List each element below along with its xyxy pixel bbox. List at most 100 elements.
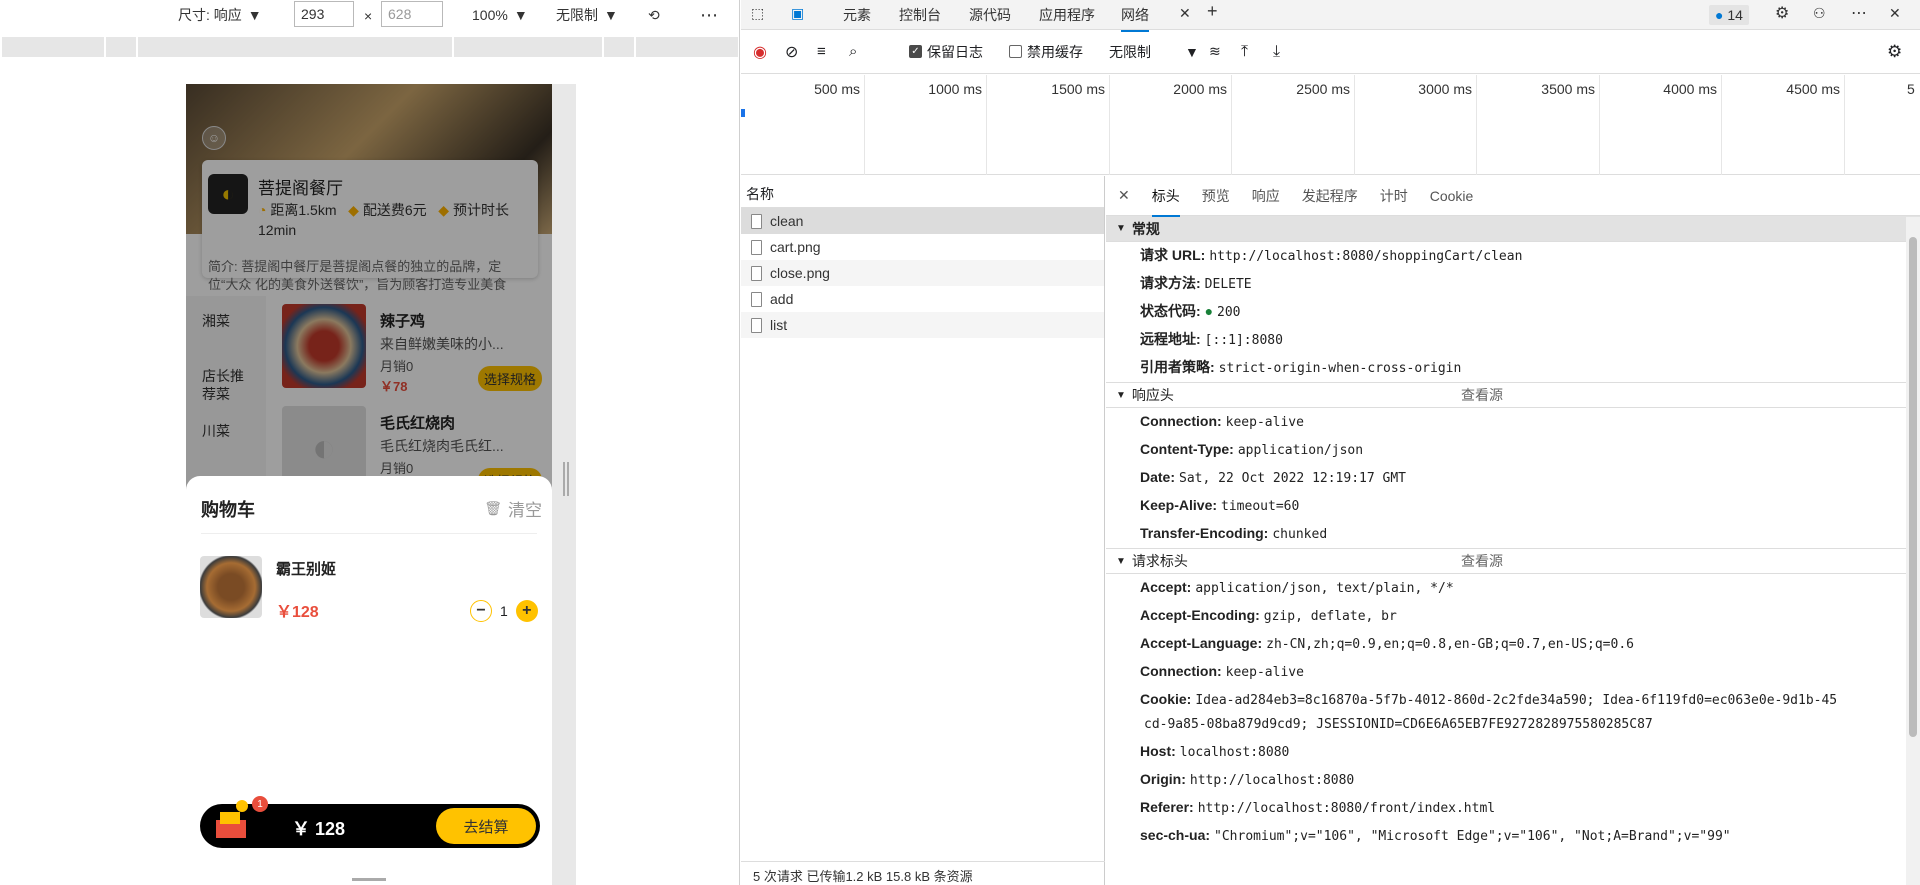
- name-column-header[interactable]: 名称: [741, 176, 1104, 208]
- decrease-button[interactable]: −: [470, 600, 492, 622]
- increase-button[interactable]: +: [515, 600, 538, 622]
- search-icon[interactable]: ⌕: [849, 43, 857, 60]
- close-icon[interactable]: ✕: [1118, 187, 1130, 204]
- chevron-down-icon: ▼: [247, 7, 262, 23]
- scrollbar-thumb[interactable]: [1909, 237, 1917, 737]
- request-row[interactable]: close.png: [741, 260, 1104, 286]
- cart-total: ￥ 128: [292, 819, 346, 839]
- header-key: Accept-Encoding:: [1140, 607, 1260, 623]
- rotate-icon[interactable]: ⟲: [648, 7, 660, 24]
- checkbox-icon: [1009, 45, 1022, 58]
- success-check-icon: ●: [1204, 303, 1218, 319]
- clear-cart-button[interactable]: 🗑 清空: [484, 496, 542, 521]
- clear-icon[interactable]: ⊘: [785, 42, 798, 62]
- media-query-ruler[interactable]: [2, 37, 738, 57]
- header-row: Transfer-Encoding: chunked: [1106, 520, 1920, 548]
- header-row: Content-Type: application/json: [1106, 436, 1920, 464]
- add-tab-icon[interactable]: +: [1207, 1, 1218, 22]
- header-value: cd-9a85-08ba879d9cd9; JSESSIONID=CD6E6A6…: [1144, 717, 1653, 732]
- tab-sources[interactable]: 源代码: [969, 5, 1011, 25]
- zoom-select[interactable]: 100% ▼: [472, 7, 528, 23]
- tab-timing[interactable]: 计时: [1380, 186, 1408, 206]
- tab-response[interactable]: 响应: [1252, 186, 1280, 206]
- wifi-settings-icon[interactable]: ≋: [1209, 43, 1221, 60]
- header-row: 请求 URL: http://localhost:8080/shoppingCar…: [1106, 242, 1920, 270]
- cart-icon[interactable]: [212, 798, 252, 842]
- header-key: Referer:: [1140, 799, 1194, 815]
- header-key: Content-Type:: [1140, 441, 1234, 457]
- tab-initiator[interactable]: 发起程序: [1302, 186, 1358, 206]
- more-options-icon[interactable]: ⋯: [700, 5, 718, 26]
- upload-icon[interactable]: ⤒: [1241, 43, 1248, 61]
- throttle-select[interactable]: 无限制 ▼: [556, 5, 618, 25]
- filter-icon[interactable]: ≡: [817, 43, 826, 60]
- trash-icon: 🗑: [484, 500, 502, 516]
- request-row[interactable]: list: [741, 312, 1104, 338]
- image-file-icon: [751, 265, 762, 281]
- checkout-button[interactable]: 去结算: [436, 808, 536, 844]
- triangle-down-icon: ▼: [1116, 555, 1126, 567]
- triangle-down-icon: ▼: [1116, 223, 1126, 234]
- header-value: Sat, 22 Oct 2022 12:19:17 GMT: [1179, 471, 1406, 486]
- preserve-log-checkbox[interactable]: ✓ 保留日志: [909, 42, 983, 62]
- tab-application[interactable]: 应用程序: [1039, 5, 1095, 25]
- dimensions-label: 尺寸: 响应: [178, 7, 242, 23]
- scrollbar[interactable]: [1906, 217, 1920, 885]
- customize-icon[interactable]: ⚇: [1813, 5, 1826, 22]
- height-input[interactable]: 628: [381, 1, 443, 27]
- tab-headers[interactable]: 标头: [1151, 176, 1180, 217]
- header-value: application/json, text/plain, */*: [1195, 581, 1454, 596]
- zoom-label: 100%: [472, 7, 508, 23]
- header-row: Cookie: Idea-ad284eb3=8c16870a-5f7b-4012-…: [1106, 686, 1920, 714]
- checkout-bar: 1 ￥ 128 去结算: [200, 796, 540, 848]
- timeline-tick: 3500 ms: [1541, 81, 1595, 97]
- tab-cookie[interactable]: Cookie: [1430, 188, 1474, 204]
- issues-badge[interactable]: ● 14: [1709, 5, 1749, 25]
- record-icon[interactable]: ◉: [753, 42, 767, 62]
- image-file-icon: [751, 239, 762, 255]
- dimensions-select[interactable]: 尺寸: 响应 ▼: [178, 5, 262, 25]
- width-input[interactable]: 293: [294, 1, 354, 27]
- request-row[interactable]: cart.png: [741, 234, 1104, 260]
- header-row: cd-9a85-08ba879d9cd9; JSESSIONID=CD6E6A6…: [1106, 714, 1920, 738]
- gear-icon[interactable]: ⚙: [1887, 42, 1902, 62]
- header-row: Accept-Encoding: gzip, deflate, br: [1106, 602, 1920, 630]
- request-headers-section[interactable]: ▼ 请求标头 查看源: [1106, 548, 1920, 574]
- download-icon[interactable]: ⤓: [1273, 43, 1280, 61]
- divider: [201, 533, 537, 534]
- request-row[interactable]: add: [741, 286, 1104, 312]
- device-toolbar-icon[interactable]: ▣: [791, 5, 804, 22]
- tab-preview[interactable]: 预览: [1202, 186, 1230, 206]
- device-toolbar: 尺寸: 响应 ▼ 293 × 628 100% ▼ 无限制 ▼ ⟲ ⋯: [0, 0, 740, 30]
- request-row[interactable]: clean: [741, 208, 1104, 234]
- general-section-header[interactable]: ▼ 常规: [1106, 216, 1920, 242]
- request-name: cart.png: [770, 239, 821, 255]
- tab-network[interactable]: 网络: [1121, 5, 1149, 32]
- response-headers-section[interactable]: ▼ 响应头 查看源: [1106, 382, 1920, 408]
- disable-cache-checkbox[interactable]: 禁用缓存: [1009, 42, 1083, 62]
- more-icon[interactable]: ⋯: [1851, 3, 1867, 23]
- throttle-dropdown[interactable]: 无限制 ▼: [1109, 42, 1199, 62]
- header-value: keep-alive: [1225, 415, 1304, 430]
- tab-elements[interactable]: 元素: [843, 5, 871, 25]
- request-name: clean: [770, 213, 804, 229]
- close-devtools-icon[interactable]: ✕: [1889, 5, 1901, 22]
- header-value: keep-alive: [1225, 665, 1304, 680]
- request-name: list: [770, 317, 788, 333]
- gear-icon[interactable]: ⚙: [1775, 3, 1789, 23]
- cart-item-image: [200, 556, 262, 618]
- close-icon[interactable]: ✕: [1179, 5, 1191, 22]
- view-source-link[interactable]: 查看源: [1461, 385, 1503, 405]
- inspect-icon[interactable]: ⬚: [751, 5, 764, 22]
- header-row: 远程地址: [::1]:8080: [1106, 326, 1920, 354]
- tab-console[interactable]: 控制台: [899, 5, 941, 25]
- view-source-link[interactable]: 查看源: [1461, 551, 1503, 571]
- section-title: 常规: [1131, 220, 1160, 237]
- header-key: Accept:: [1140, 579, 1192, 595]
- request-name: add: [770, 291, 794, 307]
- cart-count-badge: 1: [252, 796, 268, 812]
- network-timeline[interactable]: 500 ms 1000 ms 1500 ms 2000 ms 2500 ms 3…: [741, 75, 1920, 175]
- resize-handle-horizontal[interactable]: [352, 878, 386, 881]
- resize-handle-vertical[interactable]: [563, 462, 569, 496]
- header-value: 200: [1217, 305, 1241, 320]
